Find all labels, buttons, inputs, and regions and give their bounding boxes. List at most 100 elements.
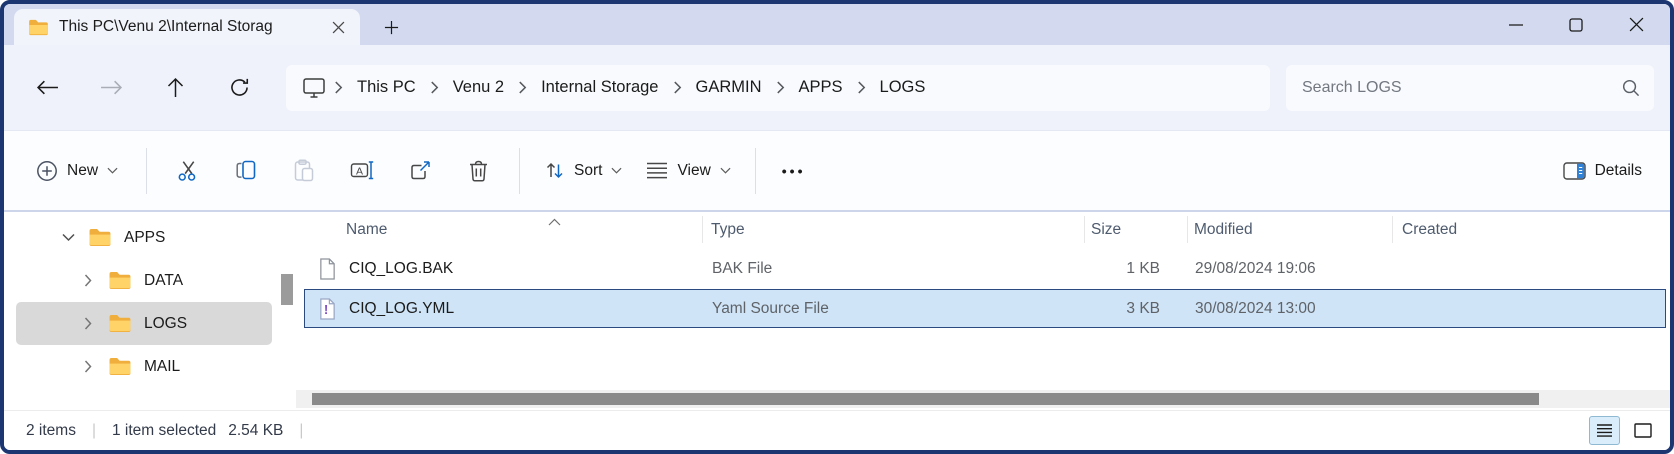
file-type: Yaml Source File: [712, 300, 829, 318]
search-input[interactable]: Search LOGS: [1286, 65, 1654, 111]
sidebar-item-data[interactable]: DATA: [16, 259, 272, 302]
breadcrumb-garmin[interactable]: GARMIN: [690, 78, 768, 97]
column-separator[interactable]: [1392, 216, 1393, 243]
view-button[interactable]: View: [634, 155, 742, 186]
file-size: 3 KB: [1003, 300, 1160, 318]
chevron-right-icon[interactable]: [80, 274, 96, 287]
folder-icon: [28, 19, 49, 36]
sort-ascending-icon: [548, 213, 561, 231]
sidebar-item-apps[interactable]: APPS: [16, 216, 272, 259]
breadcrumb-internal-storage[interactable]: Internal Storage: [535, 78, 664, 97]
rename-icon[interactable]: A: [333, 145, 391, 197]
chevron-right-icon[interactable]: [80, 317, 96, 330]
forward-icon[interactable]: [88, 67, 134, 109]
details-pane-icon: [1563, 162, 1586, 180]
toolbar: New A Sort: [4, 131, 1670, 212]
details-view-button[interactable]: [1589, 416, 1620, 445]
toolbar-divider: [519, 148, 520, 194]
sidebar-scrollbar-thumb[interactable]: [281, 274, 293, 305]
items-count: 2 items: [26, 422, 76, 440]
column-separator[interactable]: [1084, 216, 1085, 243]
sidebar-tree: APPS DATA LOGS: [4, 212, 296, 410]
status-bar: 2 items | 1 item selected 2.54 KB |: [4, 410, 1670, 450]
breadcrumb-this-pc[interactable]: This PC: [351, 78, 422, 97]
close-icon[interactable]: [1606, 4, 1666, 45]
selection-count: 1 item selected: [112, 422, 216, 440]
column-separator[interactable]: [1187, 216, 1188, 243]
toolbar-divider: [755, 148, 756, 194]
search-placeholder: Search LOGS: [1302, 79, 1621, 97]
details-pane-label: Details: [1595, 162, 1642, 180]
breadcrumb-logs[interactable]: LOGS: [874, 78, 932, 97]
new-tab-icon[interactable]: [378, 14, 404, 40]
chevron-right-icon: [334, 81, 343, 94]
column-header-name[interactable]: Name: [346, 221, 387, 239]
cut-icon[interactable]: [159, 145, 217, 197]
column-header-type[interactable]: Type: [711, 221, 745, 239]
file-icon: [318, 257, 337, 280]
titlebar: This PC\Venu 2\Internal Storag: [4, 4, 1670, 45]
horizontal-scrollbar[interactable]: [296, 390, 1670, 408]
window-controls: [1486, 4, 1666, 45]
refresh-icon[interactable]: [216, 67, 262, 109]
maximize-icon[interactable]: [1546, 4, 1606, 45]
explorer-tab[interactable]: This PC\Venu 2\Internal Storag: [14, 9, 360, 45]
column-header-size[interactable]: Size: [1091, 221, 1121, 239]
chevron-down-icon: [107, 167, 118, 174]
column-header-modified[interactable]: Modified: [1194, 221, 1253, 239]
tab-title: This PC\Venu 2\Internal Storag: [59, 18, 316, 36]
chevron-right-icon[interactable]: [80, 360, 96, 373]
navigation-bar: This PC Venu 2 Internal Storage GARMIN A…: [4, 45, 1670, 131]
svg-text:!: !: [324, 302, 328, 317]
file-modified: 30/08/2024 13:00: [1195, 300, 1316, 318]
chevron-down-icon: [611, 167, 622, 174]
details-pane-button[interactable]: Details: [1553, 156, 1652, 186]
back-icon[interactable]: [24, 67, 70, 109]
file-name: CIQ_LOG.YML: [349, 300, 454, 318]
file-size: 1 KB: [1003, 260, 1160, 278]
this-pc-icon[interactable]: [302, 77, 326, 99]
chevron-down-icon: [720, 167, 731, 174]
new-button[interactable]: New: [28, 154, 126, 188]
view-toggles: [1589, 416, 1658, 445]
file-explorer-window: This PC\Venu 2\Internal Storag: [0, 0, 1674, 454]
chevron-right-icon: [518, 81, 527, 94]
file-list: Name Type Size Modified Created CIQ_LOG.…: [296, 212, 1670, 410]
breadcrumb-apps[interactable]: APPS: [793, 78, 849, 97]
sidebar-item-logs[interactable]: LOGS: [16, 302, 272, 345]
sort-button-label: Sort: [574, 162, 602, 180]
search-icon: [1621, 78, 1640, 97]
toolbar-divider: [146, 148, 147, 194]
sidebar-item-mail[interactable]: MAIL: [16, 345, 272, 388]
column-separator[interactable]: [702, 216, 703, 243]
file-modified: 29/08/2024 19:06: [1195, 260, 1316, 278]
tab-close-icon[interactable]: [326, 15, 350, 39]
folder-icon: [88, 228, 112, 247]
chevron-right-icon: [857, 81, 866, 94]
more-options-button[interactable]: •••: [768, 157, 820, 185]
share-icon[interactable]: [391, 145, 449, 197]
horizontal-scrollbar-thumb[interactable]: [312, 393, 1539, 405]
chevron-down-icon[interactable]: [60, 233, 76, 242]
sort-arrows-icon: [544, 160, 565, 181]
thumbnails-view-button[interactable]: [1627, 416, 1658, 445]
status-separator: |: [299, 422, 303, 440]
delete-icon[interactable]: [449, 145, 507, 197]
file-row-ciq-log-bak[interactable]: CIQ_LOG.BAK BAK File 1 KB 29/08/2024 19:…: [304, 249, 1666, 288]
copy-icon[interactable]: [217, 145, 275, 197]
sidebar-item-label: MAIL: [144, 358, 180, 376]
minimize-icon[interactable]: [1486, 4, 1546, 45]
up-icon[interactable]: [152, 67, 198, 109]
file-row-ciq-log-yml[interactable]: ! CIQ_LOG.YML Yaml Source File 3 KB 30/0…: [304, 289, 1666, 328]
breadcrumb-venu-2[interactable]: Venu 2: [447, 78, 510, 97]
file-type: BAK File: [712, 260, 772, 278]
list-lines-icon: [646, 161, 668, 180]
list-header: Name Type Size Modified Created: [296, 212, 1670, 247]
sidebar-item-label: LOGS: [144, 315, 187, 333]
chevron-right-icon: [776, 81, 785, 94]
column-header-created[interactable]: Created: [1402, 221, 1457, 239]
paste-icon[interactable]: [275, 145, 333, 197]
status-separator: |: [92, 422, 96, 440]
sort-button[interactable]: Sort: [532, 154, 634, 187]
folder-icon: [108, 357, 132, 376]
